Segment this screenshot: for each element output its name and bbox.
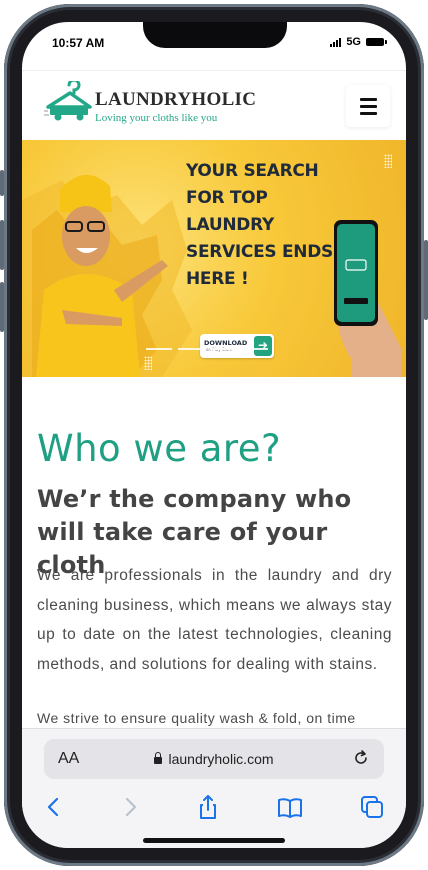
power-button (424, 240, 428, 320)
browser-toolbar (22, 789, 406, 825)
about-section: Who we are? We’r the company who will ta… (22, 377, 406, 732)
site-logo[interactable]: LAUNDRYHOLIC Loving your cloths like you (44, 79, 257, 129)
carousel-dot[interactable] (210, 348, 236, 350)
download-label: DOWNLOAD (204, 339, 248, 347)
hero-banner[interactable]: YOUR SEARCH FOR TOP LAUNDRY SERVICES END… (22, 140, 406, 377)
battery-icon (366, 38, 387, 46)
status-time: 10:57 AM (52, 36, 105, 50)
address-bar[interactable]: AA laundryholic.com (44, 739, 384, 779)
network-type: 5G (346, 36, 361, 48)
hamburger-menu-button[interactable] (346, 85, 390, 127)
decorative-dots (384, 154, 392, 168)
reload-icon[interactable] (352, 749, 370, 767)
screen: 10:57 AM 5G LAUNDRYHOLIC Loving your clo… (22, 22, 406, 848)
forward-icon[interactable] (116, 793, 144, 821)
back-icon[interactable] (40, 793, 68, 821)
lock-icon (154, 752, 163, 764)
decorative-dots (144, 356, 152, 370)
hamburger-icon (359, 97, 377, 101)
hanger-van-icon (44, 81, 92, 121)
bookmarks-icon[interactable] (276, 793, 304, 821)
logo-tagline: Loving your cloths like you (95, 112, 218, 124)
carousel-dot[interactable] (146, 348, 172, 350)
arrow-right-icon: ➜ (254, 336, 272, 356)
safari-bottom-bar: AA laundryholic.com (22, 728, 406, 848)
url-display[interactable]: laundryholic.com (44, 751, 384, 767)
logo-wordmark: LAUNDRYHOLIC (95, 89, 257, 110)
carousel-indicators[interactable] (146, 348, 268, 350)
tabs-icon[interactable] (358, 793, 386, 821)
notch (143, 22, 287, 48)
status-right: 5G (330, 36, 387, 48)
carousel-dot[interactable] (178, 348, 204, 350)
home-indicator[interactable] (143, 838, 285, 843)
about-paragraph: We are professionals in the laundry and … (37, 567, 392, 673)
phone-frame: 10:57 AM 5G LAUNDRYHOLIC Loving your clo… (0, 0, 428, 870)
site-header: LAUNDRYHOLIC Loving your cloths like you (22, 70, 406, 141)
section-title: Who we are? (37, 427, 282, 470)
signal-icon (330, 37, 342, 47)
man-illustration (36, 174, 168, 377)
about-paragraph: We strive to ensure quality wash & fold,… (37, 710, 356, 726)
url-text: laundryholic.com (168, 751, 274, 767)
carousel-dot[interactable] (242, 348, 268, 350)
download-app-button[interactable]: DOWNLOAD on Play Store ➜ (200, 334, 274, 358)
share-icon[interactable] (194, 793, 222, 821)
phone-in-hand-illustration (334, 220, 402, 377)
